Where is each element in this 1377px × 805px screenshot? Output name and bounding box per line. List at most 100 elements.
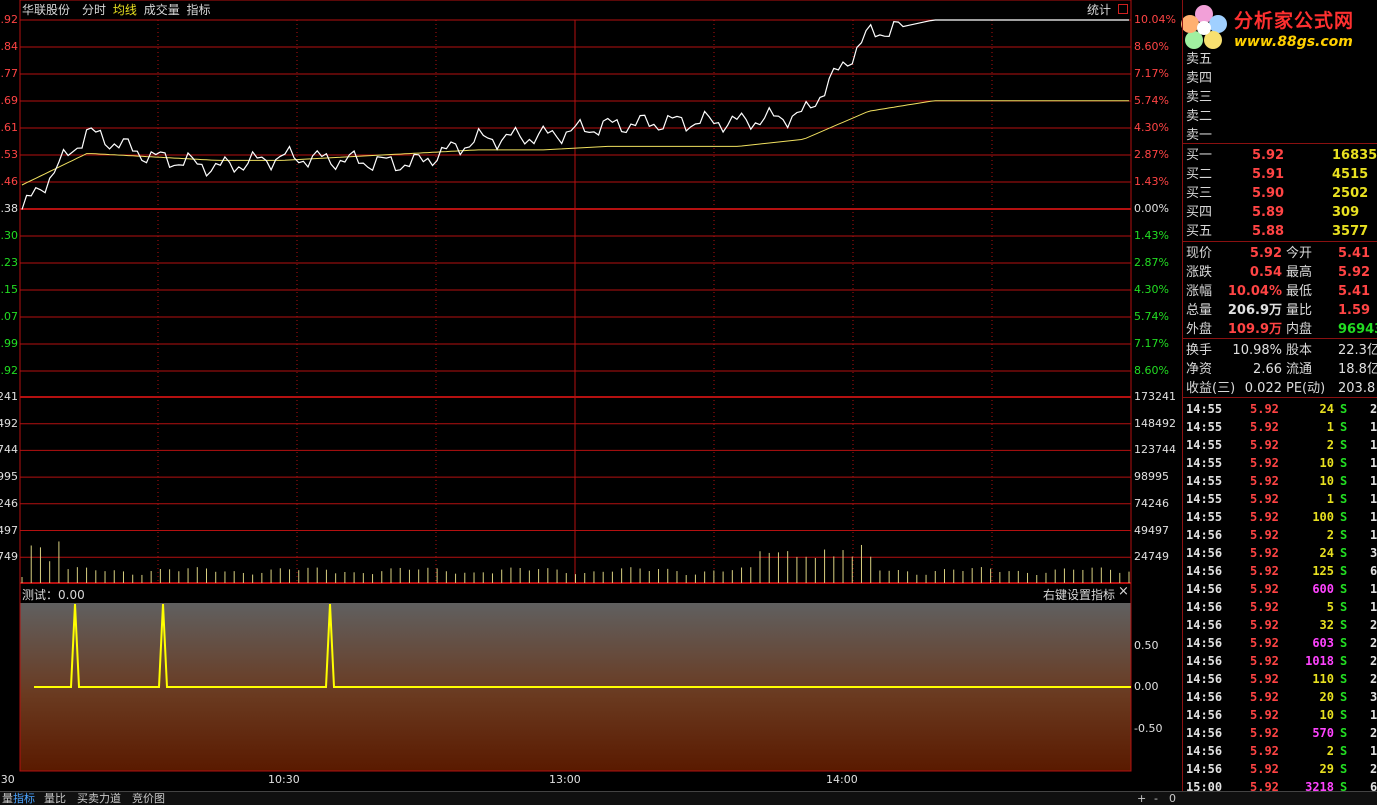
panel-divider — [1183, 397, 1377, 398]
volume-tick-label: 49497 — [1134, 523, 1169, 537]
maximize-icon[interactable] — [1118, 4, 1128, 14]
ask-row: 卖二 — [1186, 107, 1212, 126]
zoom-out-button[interactable]: - — [1152, 792, 1160, 805]
price-tick-label: 4.99 — [0, 337, 18, 350]
tick-side: S — [1340, 582, 1348, 596]
stats-button[interactable]: 统计 — [1087, 2, 1111, 18]
tick-volume: 20 — [1319, 690, 1334, 704]
tick-volume: 10 — [1319, 474, 1334, 488]
bid-label: 买一 — [1186, 148, 1213, 163]
reset-button[interactable]: 0 — [1167, 792, 1178, 805]
percent-tick-label: 5.74% — [1134, 310, 1169, 323]
quote-label: 今开 — [1286, 246, 1313, 261]
tick-row: 14:55 5.92 10 S 1 — [1186, 472, 1377, 490]
tick-row: 14:56 5.92 29 S 2 — [1186, 760, 1377, 778]
tick-time: 14:56 — [1186, 582, 1223, 596]
tick-side: S — [1340, 402, 1348, 416]
tick-volume: 5 — [1326, 600, 1334, 614]
tick-price: 5.92 — [1250, 654, 1279, 668]
ask-row: 卖五 — [1186, 50, 1212, 69]
zoom-in-button[interactable]: + — [1135, 792, 1148, 805]
tick-count: 1 — [1370, 582, 1377, 596]
tick-side: S — [1340, 618, 1348, 632]
ask-label: 卖二 — [1186, 109, 1213, 124]
menu-avg-line[interactable]: 均线 — [113, 3, 137, 17]
volume-tick-label: 74246 — [1134, 496, 1169, 510]
tab-buy-sell-force[interactable]: 买卖力道 — [75, 792, 123, 805]
tick-row: 14:56 5.92 2 S 1 — [1186, 526, 1377, 544]
tab-volume-ratio[interactable]: 量比 — [42, 792, 68, 805]
ask-label: 卖四 — [1186, 71, 1213, 86]
percent-tick-label: 0.00% — [1134, 202, 1169, 215]
percent-tick-label: 8.60% — [1134, 364, 1169, 377]
tick-volume: 2 — [1326, 744, 1334, 758]
quote-value: 22.3亿 — [1338, 343, 1377, 358]
tick-count: 2 — [1370, 636, 1377, 650]
indicator-tick-label: -0.50 — [1134, 722, 1163, 735]
bid-volume: 168353 — [1332, 148, 1377, 163]
quote-row: 涨跌 0.54 最高 5.92 — [1186, 263, 1377, 282]
tick-volume: 1018 — [1305, 654, 1334, 668]
tick-price: 5.92 — [1250, 492, 1279, 506]
volume-tick-label-left: 24749 — [0, 550, 18, 564]
tick-count: 1 — [1370, 474, 1377, 488]
tick-time: 14:56 — [1186, 636, 1223, 650]
tick-row: 14:55 5.92 1 S 1 — [1186, 418, 1377, 436]
tick-time: 14:56 — [1186, 564, 1223, 578]
time-tick-label: 13:00 — [549, 773, 581, 786]
percent-tick-label: 7.17% — [1134, 337, 1169, 350]
tick-volume: 110 — [1312, 672, 1334, 686]
tab-auction-chart[interactable]: 竞价图 — [130, 792, 167, 805]
panel-divider — [1183, 241, 1377, 242]
tick-volume: 570 — [1312, 726, 1334, 740]
tab-indicator[interactable]: 指标 — [11, 792, 37, 805]
tick-price: 5.92 — [1250, 456, 1279, 470]
tick-side: S — [1340, 474, 1348, 488]
quote-label: 股本 — [1286, 343, 1313, 358]
tick-row: 14:56 5.92 600 S 1 — [1186, 580, 1377, 598]
tick-price: 5.92 — [1250, 726, 1279, 740]
tick-volume: 603 — [1312, 636, 1334, 650]
tick-row: 14:56 5.92 20 S 3 — [1186, 688, 1377, 706]
tick-price: 5.92 — [1250, 528, 1279, 542]
menu-volume[interactable]: 成交量 — [144, 3, 180, 17]
quote-value: 5.41 — [1338, 246, 1371, 261]
tick-count: 3 — [1370, 690, 1377, 704]
volume-tick-label-left: 74246 — [0, 496, 18, 510]
quote-value: 0.54 — [1249, 265, 1282, 280]
indicator-settings-hint[interactable]: 右键设置指标 — [1043, 586, 1115, 603]
quote-label: 涨幅 — [1186, 284, 1213, 299]
tick-side: S — [1340, 546, 1348, 560]
tick-row: 14:56 5.92 110 S 2 — [1186, 670, 1377, 688]
tick-price: 5.92 — [1250, 546, 1279, 560]
tick-volume: 1 — [1326, 492, 1334, 506]
price-tick-label: 5.84 — [0, 40, 18, 53]
quote-label: 最高 — [1286, 265, 1313, 280]
quote-row: 净资 2.66 流通 18.8亿 — [1186, 360, 1377, 379]
indicator-tick-label: 0.00 — [1134, 680, 1159, 693]
tick-row: 14:56 5.92 10 S 1 — [1186, 706, 1377, 724]
quote-label: 现价 — [1186, 246, 1213, 261]
tick-volume: 24 — [1319, 546, 1334, 560]
tick-side: S — [1340, 636, 1348, 650]
quote-value: 2.66 — [1253, 362, 1282, 377]
tick-price: 5.92 — [1250, 744, 1279, 758]
menu-indicator[interactable]: 指标 — [187, 3, 211, 17]
bid-volume: 2502 — [1332, 186, 1369, 201]
quote-label: 换手 — [1186, 343, 1213, 358]
volume-tick-label: 98995 — [1134, 470, 1169, 484]
tick-volume: 125 — [1312, 564, 1334, 578]
close-icon[interactable]: × — [1118, 584, 1129, 599]
bid-price: 5.90 — [1252, 186, 1285, 201]
tick-side: S — [1340, 762, 1348, 776]
tick-volume: 1 — [1326, 420, 1334, 434]
tick-price: 5.92 — [1250, 564, 1279, 578]
ask-label: 卖一 — [1186, 128, 1213, 143]
stock-name: 华联股份 — [22, 3, 71, 17]
time-tick-label: 14:00 — [826, 773, 858, 786]
tick-row: 14:56 5.92 32 S 2 — [1186, 616, 1377, 634]
menu-minute[interactable]: 分时 — [82, 3, 106, 17]
bid-row: 买三 5.90 2502 — [1186, 184, 1377, 203]
tick-count: 2 — [1370, 618, 1377, 632]
quote-value: 206.9万 — [1227, 303, 1282, 318]
